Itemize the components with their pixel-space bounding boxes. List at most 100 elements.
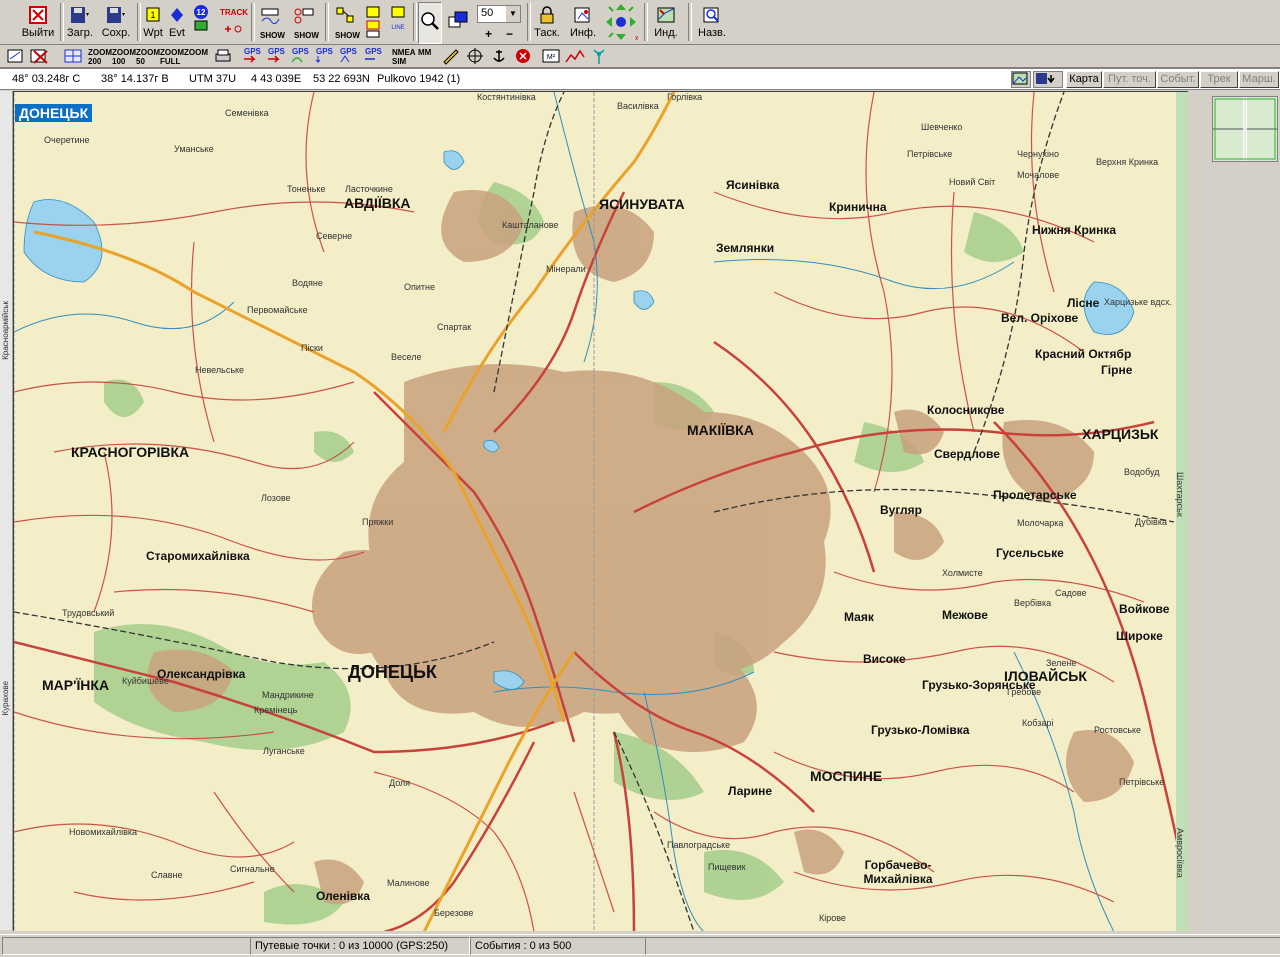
edge-label-left-2: Курахове bbox=[1, 681, 10, 716]
region-label: ДОНЕЦЬК bbox=[15, 104, 93, 122]
edge-label-top-2: Горлівка bbox=[667, 92, 703, 102]
northing-readout: 53 22 693N bbox=[313, 73, 370, 85]
stop-button[interactable] bbox=[512, 47, 534, 65]
gps-button-1[interactable]: GPS bbox=[242, 47, 264, 65]
gps-button-3[interactable]: GPS bbox=[290, 47, 312, 65]
village-label: Петрівське bbox=[907, 149, 953, 159]
right-panel bbox=[1188, 91, 1280, 930]
exit-button[interactable]: Выйти bbox=[18, 2, 58, 42]
pan-button[interactable]: x bbox=[603, 2, 639, 42]
village-label: Пищевик bbox=[708, 862, 746, 872]
zoom-200-button[interactable]: ZOOM 200 bbox=[88, 47, 112, 66]
village-label: Ростовське bbox=[1094, 725, 1142, 735]
main-toolbar: Выйти Загр. Сохр. 1 Wpt Evt 12 TRACK SHO… bbox=[0, 0, 1280, 45]
scale-button[interactable]: M² bbox=[540, 47, 562, 65]
track-button[interactable]: TRACK bbox=[218, 2, 248, 42]
minimap-graphic bbox=[1213, 97, 1277, 161]
village-label: Холмисте bbox=[942, 568, 983, 578]
zoom-100-button[interactable]: ZOOM 100 bbox=[112, 47, 136, 66]
village-label: Лозове bbox=[261, 493, 291, 503]
save-view-button[interactable] bbox=[1033, 71, 1063, 88]
gps-button-2[interactable]: GPS bbox=[266, 47, 288, 65]
nmea-sim-button[interactable]: NMEA SIM bbox=[392, 47, 415, 66]
mm-button[interactable]: MM bbox=[416, 47, 438, 65]
zoom-out-icon[interactable]: − bbox=[506, 27, 513, 41]
town-label: Ясинівка bbox=[726, 178, 780, 192]
gps-button-6[interactable]: GPS bbox=[363, 47, 385, 65]
map-canvas[interactable]: ДОНЕЦЬК Костянтинівка Горлівка Шахтарськ… bbox=[13, 91, 1188, 931]
map-image-button[interactable] bbox=[1011, 71, 1031, 88]
exit-icon bbox=[29, 6, 47, 24]
overview-minimap[interactable] bbox=[1212, 96, 1278, 162]
tab-track[interactable]: Трек bbox=[1200, 71, 1238, 88]
map-settings-icon bbox=[7, 49, 23, 63]
names-button[interactable]: Назв. bbox=[694, 2, 730, 42]
printer-icon bbox=[215, 49, 231, 62]
zoom-button[interactable]: ZOOM bbox=[184, 47, 208, 65]
zoom-tool-button[interactable] bbox=[418, 2, 442, 44]
target-button[interactable] bbox=[464, 47, 486, 65]
village-label: Новомихайлівка bbox=[69, 827, 138, 837]
info-button[interactable]: Инф. bbox=[567, 2, 599, 42]
tab-route[interactable]: Марш. bbox=[1239, 71, 1279, 88]
village-label: Гребове bbox=[1007, 687, 1042, 697]
show-track-button[interactable]: SHOW bbox=[256, 2, 285, 42]
zoom-full-button[interactable]: ZOOM FULL bbox=[160, 47, 184, 66]
save-button[interactable]: Сохр. bbox=[100, 2, 132, 42]
index-button[interactable]: Инд. bbox=[650, 2, 682, 42]
village-label: Веселе bbox=[391, 352, 422, 362]
zoom-50-button[interactable]: ZOOM 50 bbox=[136, 47, 160, 66]
anchor-icon bbox=[493, 50, 505, 62]
village-label: Сигнальне bbox=[230, 864, 275, 874]
separator bbox=[644, 3, 648, 41]
village-label: Семенівка bbox=[225, 108, 269, 118]
info-icon bbox=[574, 7, 590, 23]
waypoint-button[interactable]: 1 Wpt bbox=[143, 2, 163, 42]
show-route-button[interactable]: SHOW bbox=[331, 2, 360, 42]
line-button[interactable]: LINE bbox=[388, 2, 410, 42]
village-label: Березове bbox=[434, 908, 474, 918]
village-label: Кірове bbox=[819, 913, 846, 923]
utm-zone: UTM 37U bbox=[189, 73, 237, 85]
town-label: Ларине bbox=[728, 784, 773, 798]
route-point-button[interactable]: 12 bbox=[190, 2, 212, 42]
stop-icon bbox=[516, 49, 530, 63]
load-button[interactable]: Загр. bbox=[64, 2, 96, 42]
village-label: Зелене bbox=[1046, 658, 1077, 668]
city-label-kharcyzk: ХАРЦИЗЬК bbox=[1082, 426, 1159, 442]
tab-events[interactable]: Событ. bbox=[1157, 71, 1199, 88]
city-label-makiivka: МАКІЇВКА bbox=[687, 422, 754, 438]
tab-waypoints[interactable]: Пут. точ. bbox=[1103, 71, 1156, 88]
anchor-button[interactable] bbox=[488, 47, 510, 65]
chevron-down-icon[interactable]: ▼ bbox=[506, 6, 520, 22]
event-button[interactable]: Evt bbox=[166, 2, 188, 42]
map-settings-button[interactable] bbox=[6, 47, 28, 65]
zoom-in-icon[interactable]: + bbox=[485, 27, 492, 41]
zoom-select[interactable]: 50 ▼ + − bbox=[476, 2, 522, 42]
print-button[interactable] bbox=[212, 47, 234, 65]
village-label: Мінерали bbox=[546, 264, 586, 274]
map-delete-button[interactable] bbox=[29, 47, 51, 65]
route-list-button[interactable] bbox=[363, 2, 385, 42]
town-label: Високе bbox=[863, 652, 906, 666]
village-label: Тоненьке bbox=[287, 184, 326, 194]
tasks-button[interactable]: Таск. bbox=[531, 2, 563, 42]
nmea-button[interactable] bbox=[440, 47, 462, 65]
gps-track-icon bbox=[291, 57, 303, 63]
tab-map[interactable]: Карта bbox=[1066, 71, 1102, 88]
gps-button-5[interactable]: GPS bbox=[338, 47, 360, 65]
grid-button[interactable] bbox=[62, 47, 84, 65]
route-list-icon bbox=[366, 6, 380, 38]
waypoint-icon: 1 bbox=[146, 7, 160, 22]
window-button[interactable] bbox=[445, 2, 471, 42]
status-empty-panel bbox=[2, 937, 251, 955]
show-points-button[interactable]: SHOW bbox=[290, 2, 319, 42]
gps-button-4[interactable]: GPS bbox=[314, 47, 336, 65]
town-label: Маяк bbox=[844, 610, 874, 624]
city-label-yasynuvata: ЯСИНУВАТА bbox=[599, 196, 685, 212]
profile-button[interactable] bbox=[564, 47, 586, 65]
village-label: Мандрикине bbox=[262, 690, 314, 700]
antenna-button[interactable] bbox=[588, 47, 610, 65]
line-icon: LINE bbox=[391, 6, 405, 31]
village-label: Опитне bbox=[404, 282, 435, 292]
